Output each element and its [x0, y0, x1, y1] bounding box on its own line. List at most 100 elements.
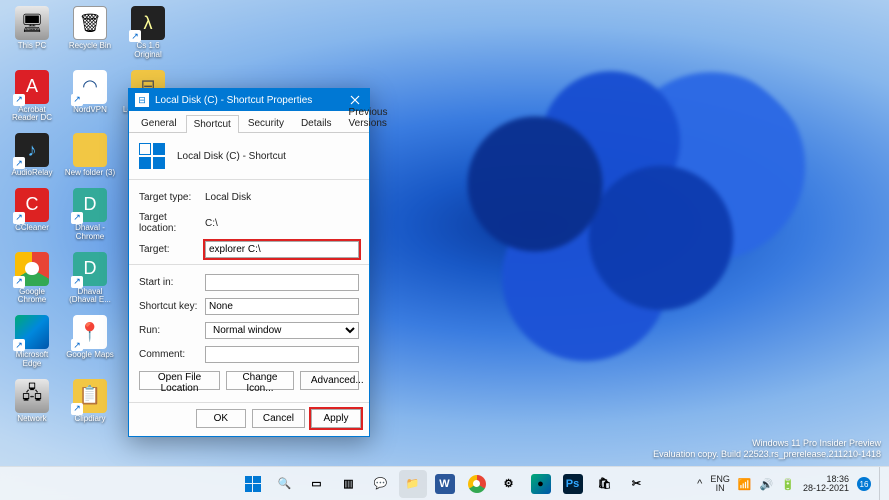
dialog-titlebar[interactable]: ⊟ Local Disk (C) - Shortcut Properties — [129, 89, 369, 111]
date: 28-12-2021 — [803, 484, 849, 493]
task-view-icon: ▭ — [307, 474, 327, 494]
file-explorer-icon: 📁 — [403, 474, 423, 494]
chrome-icon — [468, 475, 486, 493]
drive-icon: ⊟ — [135, 93, 149, 107]
desktop-icon-ccleaner[interactable]: C↗CCleaner — [6, 188, 58, 242]
wifi-icon[interactable]: 📶 — [738, 478, 752, 491]
desktop-icon-label: Google Chrome — [6, 288, 58, 306]
google-maps-icon: 📍↗ — [73, 315, 107, 349]
edge-icon: ● — [531, 474, 551, 494]
tab-shortcut[interactable]: Shortcut — [186, 115, 239, 133]
tab-details[interactable]: Details — [293, 114, 340, 132]
wallpaper-bloom — [409, 40, 829, 400]
taskbar-word[interactable]: W — [431, 470, 459, 498]
shortcut-key-input[interactable] — [205, 298, 359, 315]
word-icon: W — [435, 474, 455, 494]
taskbar-chat[interactable]: 💬 — [367, 470, 395, 498]
taskbar-photoshop[interactable]: Ps — [559, 470, 587, 498]
change-icon-button[interactable]: Change Icon... — [226, 371, 294, 390]
apply-button[interactable]: Apply — [311, 409, 361, 428]
ok-button[interactable]: OK — [196, 409, 246, 428]
shortcut-arrow-icon: ↗ — [13, 94, 25, 106]
run-label: Run: — [139, 325, 205, 336]
desktop-icon-google-chrome[interactable]: ↗Google Chrome — [6, 252, 58, 306]
desktop-icon-recycle-bin[interactable]: 🗑Recycle Bin — [64, 6, 116, 60]
desktop-icon-label: Dhaval - Chrome — [64, 224, 116, 242]
desktop-icon-label: Network — [17, 415, 46, 424]
desktop-icon-label: Google Maps — [66, 351, 114, 360]
desktop-icon-cs-original[interactable]: λ↗Cs 1.6 Original — [122, 6, 174, 60]
clipdiary-icon: 📋↗ — [73, 379, 107, 413]
this-pc-icon: 🖥 — [15, 6, 49, 40]
system-tray: ^ ENG IN 📶 🔊 🔋 18:36 28-12-2021 16 — [697, 467, 883, 500]
store-icon: 🛍 — [595, 474, 615, 494]
target-type-value: Local Disk — [205, 192, 251, 203]
comment-row: Comment: — [139, 345, 359, 363]
open-file-location-button[interactable]: Open File Location — [139, 371, 220, 390]
desktop-icon-new-folder-3[interactable]: New folder (3) — [64, 133, 116, 178]
volume-icon[interactable]: 🔊 — [760, 478, 774, 491]
taskbar-settings[interactable]: ⚙ — [495, 470, 523, 498]
shortcut-name: Local Disk (C) - Shortcut — [177, 151, 286, 162]
taskbar-snip[interactable]: ✂ — [623, 470, 651, 498]
comment-input[interactable] — [205, 346, 359, 363]
run-select[interactable]: Normal window — [205, 322, 359, 339]
taskbar-widgets[interactable]: ▥ — [335, 470, 363, 498]
shortcut-arrow-icon: ↗ — [13, 157, 25, 169]
desktop-icon-dhaval-chrome[interactable]: D↗Dhaval - Chrome — [64, 188, 116, 242]
target-label: Target: — [139, 244, 205, 255]
tab-general[interactable]: General — [133, 114, 185, 132]
show-desktop-button[interactable] — [879, 467, 883, 500]
separator — [129, 264, 369, 265]
taskbar-search[interactable]: 🔍 — [271, 470, 299, 498]
desktop-icon-label: Dhaval (Dhaval E... — [64, 288, 116, 306]
tab-security[interactable]: Security — [240, 114, 292, 132]
shortcut-arrow-icon: ↗ — [71, 212, 83, 224]
acrobat-icon: A↗ — [15, 70, 49, 104]
desktop-icon-network[interactable]: 🖧 Network — [6, 379, 58, 424]
network-icon: 🖧 — [15, 379, 49, 413]
desktop-icon-label: NordVPN — [73, 106, 107, 115]
taskbar: 🔍 ▭ ▥💬 📁 W ⚙ ● Ps 🛍 ✂ ^ ENG IN 📶 🔊 🔋 18:36 28-12-… — [0, 466, 889, 500]
taskbar-file-explorer[interactable]: 📁 — [399, 470, 427, 498]
desktop-icon-acrobat[interactable]: A↗Acrobat Reader DC — [6, 70, 58, 124]
shortcut-key-row: Shortcut key: — [139, 297, 359, 315]
lang-bottom: IN — [710, 484, 730, 493]
desktop-icon-this-pc[interactable]: 🖥This PC — [6, 6, 58, 60]
desktop-icon-audiorelay[interactable]: ♪↗AudioRelay — [6, 133, 58, 178]
notifications-badge[interactable]: 16 — [857, 477, 871, 491]
taskbar-chrome[interactable] — [463, 470, 491, 498]
taskbar-start[interactable] — [239, 470, 267, 498]
shortcut-arrow-icon: ↗ — [71, 94, 83, 106]
desktop-icon-dhaval-e[interactable]: D↗ Dhaval (Dhaval E... — [64, 252, 116, 306]
start-icon — [245, 476, 261, 492]
desktop-icon-nordvpn[interactable]: ◠↗ NordVPN — [64, 70, 116, 124]
desktop-icon-label: Microsoft Edge — [6, 351, 58, 369]
taskbar-store[interactable]: 🛍 — [591, 470, 619, 498]
start-in-input[interactable] — [205, 274, 359, 291]
properties-dialog: ⊟ Local Disk (C) - Shortcut Properties G… — [128, 88, 370, 437]
target-input[interactable] — [205, 241, 359, 258]
audiorelay-icon: ♪↗ — [15, 133, 49, 167]
taskbar-edge[interactable]: ● — [527, 470, 555, 498]
advanced-button[interactable]: Advanced... — [300, 371, 359, 390]
nordvpn-icon: ◠↗ — [73, 70, 107, 104]
new-folder-3-icon — [73, 133, 107, 167]
tray-chevron-icon[interactable]: ^ — [697, 478, 702, 490]
desktop-icon-microsoft-edge[interactable]: ↗Microsoft Edge — [6, 315, 58, 369]
battery-icon[interactable]: 🔋 — [781, 478, 795, 491]
clock[interactable]: 18:36 28-12-2021 — [803, 475, 849, 494]
taskbar-task-view[interactable]: ▭ — [303, 470, 331, 498]
desktop-icon-google-maps[interactable]: 📍↗ Google Maps — [64, 315, 116, 369]
desktop-icon-label: New folder (3) — [65, 169, 115, 178]
language-switcher[interactable]: ENG IN — [710, 475, 730, 494]
desktop[interactable]: 🖥This PC🗑Recycle Binλ↗Cs 1.6 OriginalA↗A… — [0, 0, 889, 500]
desktop-icon-clipdiary[interactable]: 📋↗Clipdiary — [64, 379, 116, 424]
target-location-label: Target location: — [139, 212, 205, 234]
windows-watermark: Windows 11 Pro Insider Preview Evaluatio… — [653, 438, 881, 461]
dhaval-e-icon: D↗ — [73, 252, 107, 286]
start-in-row: Start in: — [139, 273, 359, 291]
tab-previous-versions[interactable]: Previous Versions — [341, 103, 396, 132]
cancel-button[interactable]: Cancel — [252, 409, 305, 428]
target-type-label: Target type: — [139, 192, 205, 203]
